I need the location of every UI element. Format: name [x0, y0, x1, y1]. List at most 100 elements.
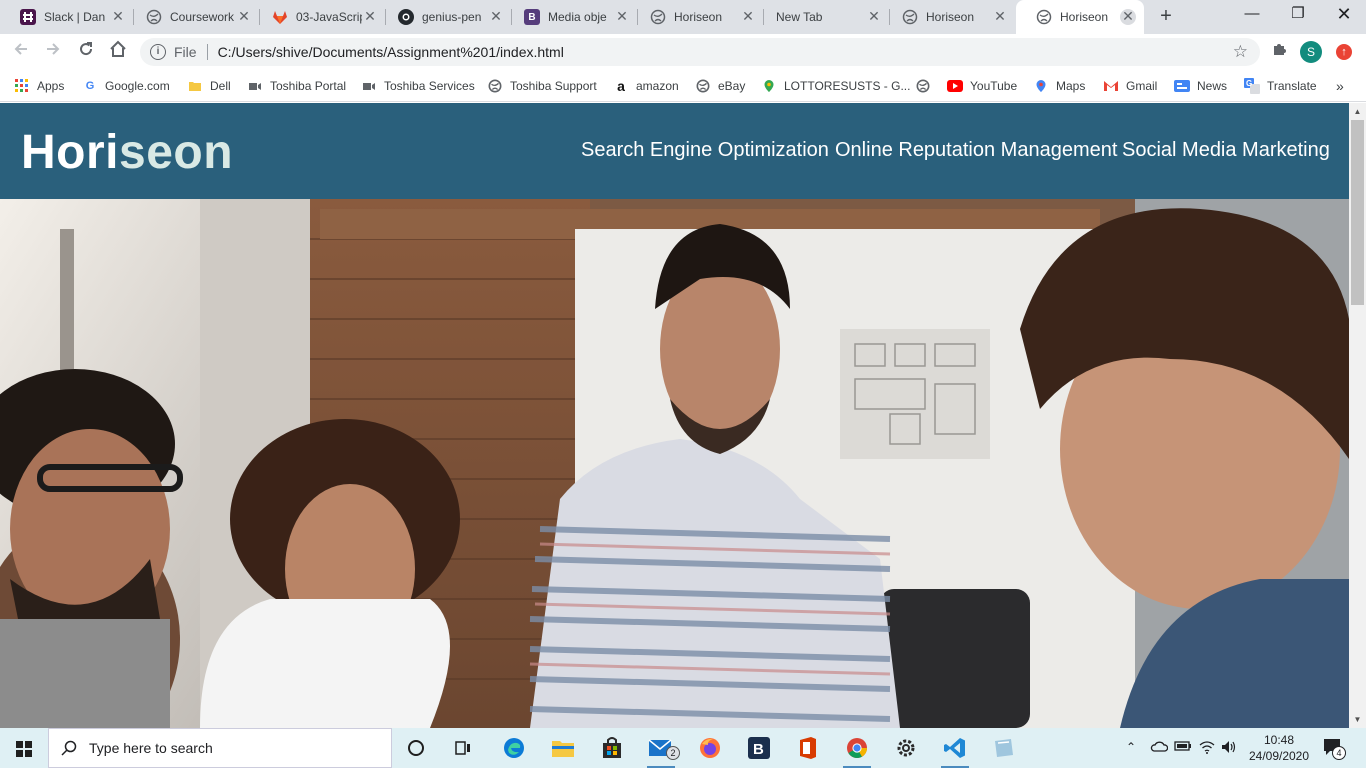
notepad-app-icon[interactable] — [984, 732, 1024, 764]
task-view-icon[interactable] — [443, 732, 483, 764]
address-bar[interactable]: i File C:/Users/shive/Documents/Assignme… — [140, 38, 1260, 66]
office-icon[interactable] — [788, 732, 828, 764]
browser-tab[interactable]: genius-pen ✕ — [378, 0, 512, 34]
close-window-button[interactable]: ✕ — [1321, 0, 1366, 30]
wifi-icon[interactable] — [1199, 740, 1215, 780]
bookmark-unnamed[interactable] — [915, 76, 938, 96]
bookmark-ebay[interactable]: eBay — [695, 76, 745, 96]
firefox-icon[interactable] — [690, 732, 730, 764]
settings-gear-icon[interactable] — [886, 732, 926, 764]
bookmark-translate[interactable]: G Translate — [1244, 76, 1317, 96]
bookmark-dell[interactable]: Dell — [187, 76, 231, 96]
bootstrap-studio-icon[interactable]: B — [739, 732, 779, 764]
globe-icon — [902, 9, 918, 25]
onedrive-icon[interactable] — [1150, 740, 1169, 780]
close-tab-icon[interactable]: ✕ — [866, 9, 882, 25]
cortana-icon[interactable] — [396, 732, 436, 764]
close-tab-icon[interactable]: ✕ — [488, 9, 504, 25]
edge-icon[interactable] — [494, 732, 534, 764]
restore-button[interactable]: ❐ — [1275, 0, 1321, 30]
scroll-down-arrow-icon[interactable]: ▼ — [1349, 711, 1366, 728]
bookmark-toshiba-portal[interactable]: Toshiba Portal — [247, 76, 346, 96]
profile-avatar[interactable]: S — [1300, 41, 1322, 63]
bookmark-gmail[interactable]: Gmail — [1103, 76, 1157, 96]
close-tab-icon[interactable]: ✕ — [236, 9, 252, 25]
battery-icon[interactable] — [1174, 740, 1192, 780]
tab-title: Media obje — [548, 10, 607, 24]
clock-time: 10:48 — [1263, 733, 1295, 747]
tab-title: Horiseon — [674, 10, 723, 24]
tab-title: Slack | Dan — [44, 10, 106, 24]
scheme-label: File — [174, 44, 197, 60]
scroll-thumb[interactable] — [1351, 120, 1364, 305]
bookmark-toshiba-services[interactable]: Toshiba Services — [361, 76, 475, 96]
browser-tab-active[interactable]: Horiseon ✕ — [1016, 0, 1144, 34]
bookmark-apps[interactable]: Apps — [14, 76, 64, 96]
search-icon — [61, 740, 77, 756]
browser-tab[interactable]: Horiseon ✕ — [882, 0, 1016, 34]
new-tab-button[interactable]: + — [1154, 5, 1178, 29]
start-button[interactable] — [0, 728, 48, 768]
tray-chevron-icon[interactable]: ⌃ — [1126, 740, 1136, 780]
browser-tab[interactable]: 03-JavaScrip ✕ — [252, 0, 386, 34]
browser-tab[interactable]: Coursework ✕ — [126, 0, 260, 34]
maps-pin-icon — [761, 78, 777, 94]
vscode-icon[interactable] — [935, 732, 975, 768]
home-icon — [110, 40, 126, 57]
browser-tab[interactable]: Slack | Dan ✕ — [0, 0, 134, 34]
bootstrap-icon: B — [524, 9, 540, 25]
back-button[interactable] — [9, 40, 33, 64]
bookmark-label: Toshiba Support — [510, 79, 597, 93]
google-icon: G — [85, 80, 95, 92]
bookmark-google[interactable]: G Google.com — [82, 76, 170, 96]
file-explorer-icon[interactable] — [543, 732, 583, 764]
home-button[interactable] — [106, 40, 130, 64]
nav-link-social-media[interactable]: Social Media Marketing — [1122, 139, 1330, 162]
scroll-up-arrow-icon[interactable]: ▲ — [1349, 103, 1366, 120]
chrome-icon[interactable] — [837, 732, 877, 768]
info-icon[interactable]: i — [150, 44, 166, 60]
bookmark-toshiba-support[interactable]: Toshiba Support — [487, 76, 597, 96]
close-tab-icon[interactable]: ✕ — [992, 9, 1008, 25]
bookmarks-overflow-chevron-icon[interactable]: » — [1336, 76, 1344, 96]
news-icon — [1174, 78, 1190, 94]
bookmark-label: Toshiba Portal — [270, 79, 347, 93]
close-tab-icon[interactable]: ✕ — [614, 9, 630, 25]
reload-button[interactable] — [74, 40, 98, 64]
slack-icon — [20, 9, 36, 25]
bookmark-youtube[interactable]: YouTube — [947, 76, 1017, 96]
bookmark-label: Translate — [1267, 79, 1317, 93]
tab-title: Horiseon — [926, 10, 975, 24]
close-tab-icon[interactable]: ✕ — [110, 9, 126, 25]
taskbar-search-box[interactable]: Type here to search — [48, 728, 392, 768]
close-tab-icon[interactable]: ✕ — [740, 9, 756, 25]
browser-tab[interactable]: B Media obje ✕ — [504, 0, 638, 34]
forward-button[interactable] — [41, 40, 65, 64]
svg-text:B: B — [753, 741, 764, 758]
nav-link-seo[interactable]: Search Engine Optimization — [581, 139, 829, 162]
bookmark-maps[interactable]: Maps — [1033, 76, 1085, 96]
bookmark-star-icon[interactable]: ☆ — [1233, 42, 1248, 62]
extensions-puzzle-icon[interactable] — [1268, 41, 1290, 63]
close-tab-icon[interactable]: ✕ — [1120, 9, 1136, 25]
toshiba-icon — [247, 78, 263, 94]
minimize-button[interactable]: — — [1229, 0, 1275, 30]
bookmark-lottoresults[interactable]: LOTTORESUSTS - G... — [761, 76, 910, 96]
taskbar-search-placeholder: Type here to search — [89, 740, 213, 756]
store-icon[interactable] — [592, 732, 632, 764]
site-logo: Horiseon — [21, 125, 233, 180]
system-clock[interactable]: 10:48 24/09/2020 — [1244, 732, 1314, 764]
update-arrow-icon[interactable]: ↑ — [1336, 44, 1352, 60]
action-center-icon[interactable]: 4 — [1322, 736, 1346, 776]
tab-title: Horiseon — [1060, 10, 1109, 24]
volume-icon[interactable] — [1221, 740, 1237, 780]
page-scrollbar[interactable]: ▲ ▼ — [1349, 103, 1366, 728]
close-tab-icon[interactable]: ✕ — [362, 9, 378, 25]
mail-icon[interactable]: 2 — [641, 732, 681, 768]
bookmark-news[interactable]: News — [1174, 76, 1227, 96]
browser-tab[interactable]: New Tab ✕ — [756, 0, 890, 34]
bookmark-amazon[interactable]: a amazon — [613, 76, 679, 96]
youtube-icon — [947, 78, 963, 94]
nav-link-reputation[interactable]: Online Reputation Management — [835, 139, 1117, 162]
browser-tab[interactable]: Horiseon ✕ — [630, 0, 764, 34]
